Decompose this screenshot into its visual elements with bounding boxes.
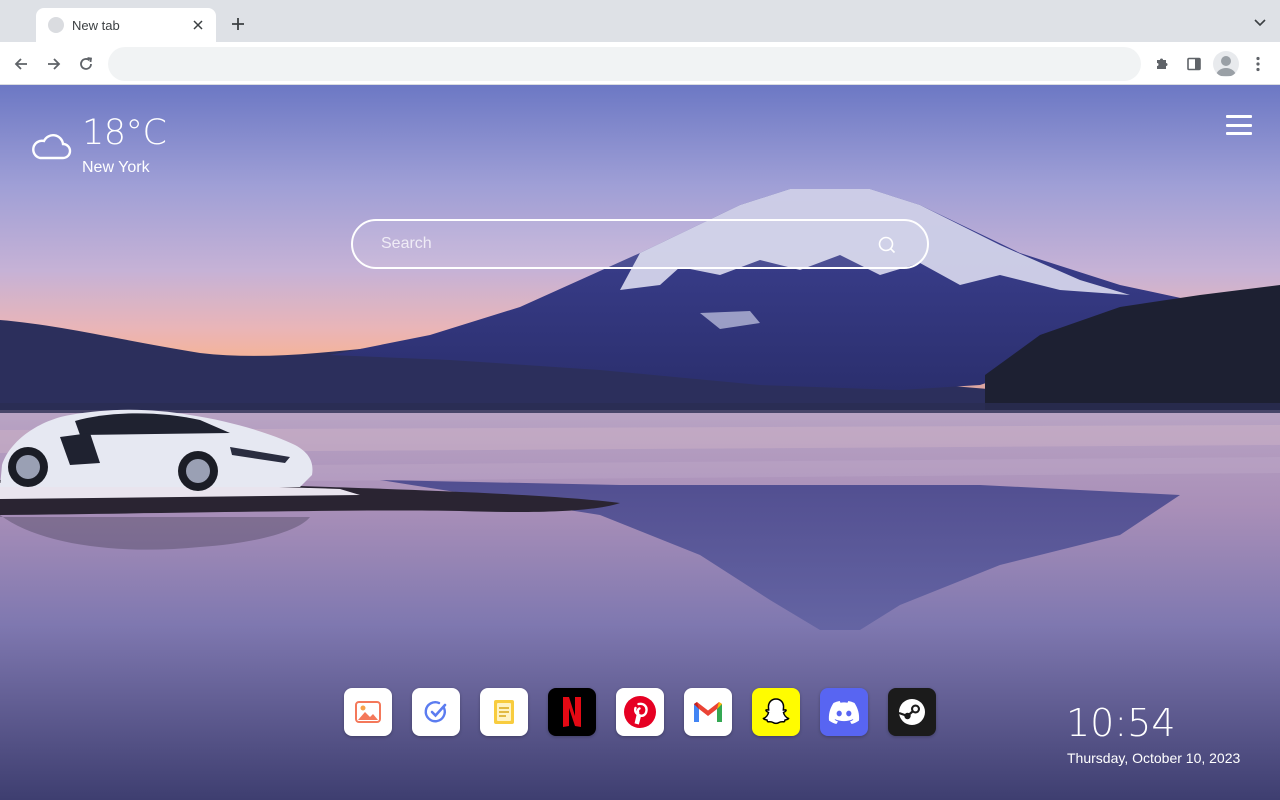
shortcut-pinterest[interactable]	[616, 688, 664, 736]
side-panel-button[interactable]	[1182, 52, 1206, 76]
hamburger-menu-icon[interactable]	[1226, 115, 1252, 135]
clock-time: 10:54	[1066, 701, 1176, 745]
forward-button[interactable]	[42, 52, 66, 76]
new-tab-page: 18°C New York Search 10:54 Thursday, Oct…	[0, 85, 1280, 800]
extensions-button[interactable]	[1150, 52, 1174, 76]
back-arrow-icon	[14, 58, 27, 70]
tab-search-chevron-icon[interactable]	[1252, 15, 1268, 31]
notes-icon	[494, 700, 514, 724]
search-input[interactable]	[381, 221, 861, 267]
kebab-menu-icon	[1256, 56, 1260, 72]
shortcut-steam[interactable]	[888, 688, 936, 736]
shortcut-discord[interactable]	[820, 688, 868, 736]
pinterest-icon	[624, 696, 656, 728]
shortcut-gmail[interactable]	[684, 688, 732, 736]
shortcut-netflix[interactable]	[548, 688, 596, 736]
shortcut-snapchat[interactable]	[752, 688, 800, 736]
puzzle-icon	[1157, 58, 1168, 69]
address-bar[interactable]	[108, 47, 1141, 81]
temperature: 18°C	[82, 113, 167, 153]
reload-icon	[80, 57, 93, 70]
profile-avatar[interactable]	[1213, 51, 1239, 77]
browser-menu-button[interactable]	[1246, 52, 1270, 76]
gmail-icon	[694, 702, 722, 722]
discord-icon	[828, 701, 860, 724]
weather-city: New York	[82, 159, 150, 176]
person-icon	[1216, 56, 1236, 76]
check-circle-icon	[424, 701, 447, 723]
reload-button[interactable]	[74, 52, 98, 76]
search-box[interactable]	[351, 219, 929, 269]
favicon-icon	[48, 17, 64, 33]
cloud-icon	[32, 134, 72, 160]
gallery-icon	[355, 701, 381, 723]
tab-new-tab[interactable]: New tab	[36, 8, 216, 42]
shortcut-tasks[interactable]	[412, 688, 460, 736]
tab-close-icon[interactable]	[190, 17, 206, 33]
new-tab-button[interactable]	[228, 14, 248, 34]
tab-title: New tab	[72, 17, 120, 33]
steam-icon	[898, 699, 925, 725]
back-button[interactable]	[9, 52, 33, 76]
tab-strip: New tab	[0, 0, 1280, 42]
shortcut-dock	[344, 688, 936, 736]
search-icon[interactable]	[877, 235, 897, 255]
clock-date: Thursday, October 10, 2023	[1067, 750, 1241, 766]
side-panel-icon	[1187, 57, 1201, 71]
snapchat-icon	[762, 698, 790, 725]
netflix-icon	[563, 697, 581, 727]
shortcut-notes[interactable]	[480, 688, 528, 736]
browser-toolbar	[0, 42, 1280, 85]
shortcut-gallery[interactable]	[344, 688, 392, 736]
forward-arrow-icon	[48, 58, 61, 70]
